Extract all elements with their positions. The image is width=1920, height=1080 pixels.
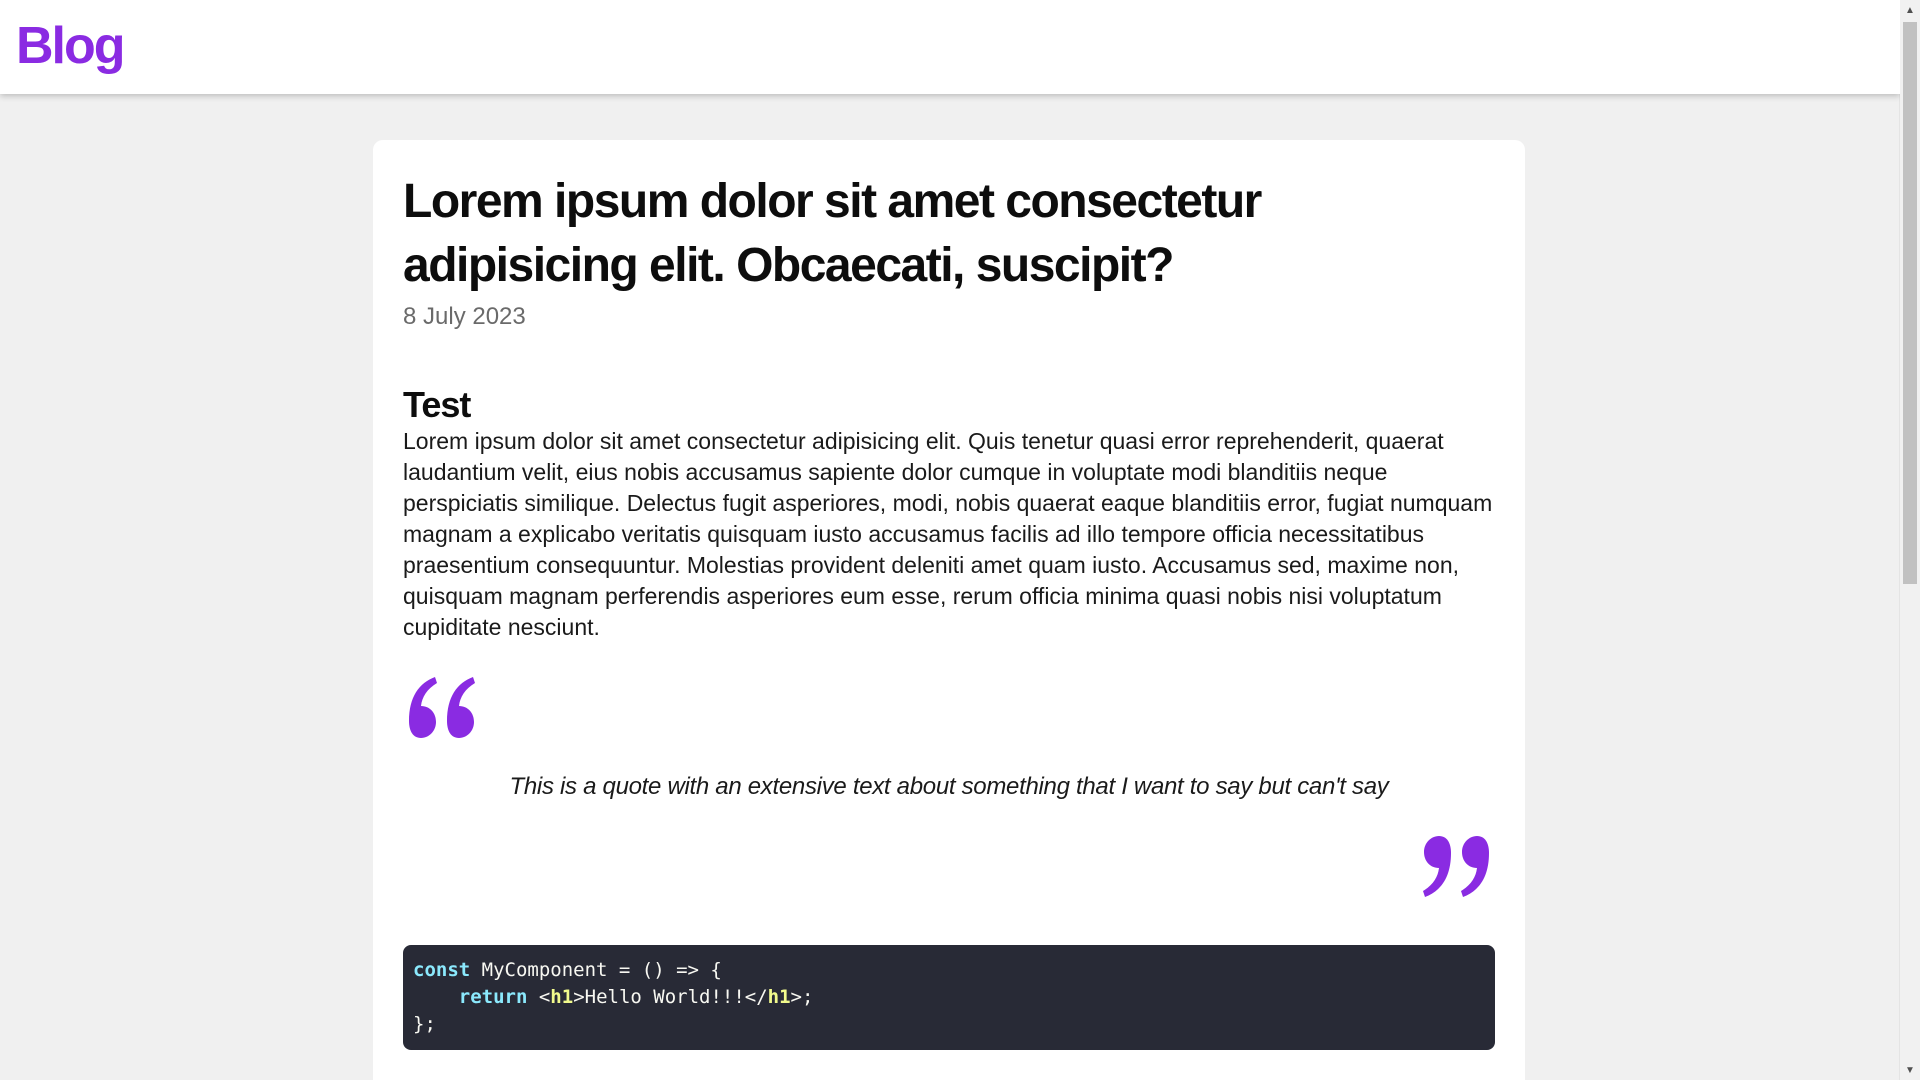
vertical-scrollbar[interactable]: ▲ ▼ xyxy=(1899,0,1920,1080)
post-paragraph: Lorem ipsum dolor sit amet consectetur a… xyxy=(403,428,1493,640)
code-text: MyComponent = () => { xyxy=(470,959,722,981)
code-text: >; xyxy=(790,986,814,1008)
code-block[interactable]: const MyComponent = () => { return <h1>H… xyxy=(403,945,1495,1050)
post-date: 8 July 2023 xyxy=(403,303,526,330)
code-text: < xyxy=(527,986,551,1008)
code-keyword: const xyxy=(413,959,471,981)
brand-logo-link[interactable]: Blog xyxy=(16,16,126,76)
blockquote: This is a quote with an extensive text a… xyxy=(403,675,1495,905)
post-content: Lorem ipsum dolor sit amet consectetur a… xyxy=(403,170,1495,1050)
scroll-thumb[interactable] xyxy=(1903,22,1917,584)
code-tag: h1 xyxy=(550,986,574,1008)
quote-close-icon xyxy=(1423,836,1489,897)
post-title: Lorem ipsum dolor sit amet consectetur a… xyxy=(403,175,1262,292)
viewport: Blog Lorem ipsum dolor sit amet consecte… xyxy=(0,0,1900,1080)
site-header: Blog xyxy=(0,0,1900,94)
quote-text: This is a quote with an extensive text a… xyxy=(509,773,1389,800)
code-tag: h1 xyxy=(767,986,791,1008)
scroll-up-arrow-icon[interactable]: ▲ xyxy=(1900,0,1920,20)
section-heading: Test xyxy=(403,384,471,425)
code-text: }; xyxy=(413,1013,436,1035)
quote-open-icon xyxy=(409,677,475,738)
code-text: >Hello World!!!</ xyxy=(573,986,768,1008)
scroll-down-arrow-icon[interactable]: ▼ xyxy=(1900,1060,1920,1080)
post-card: Lorem ipsum dolor sit amet consectetur a… xyxy=(373,140,1525,1080)
code-keyword: return xyxy=(458,986,528,1008)
